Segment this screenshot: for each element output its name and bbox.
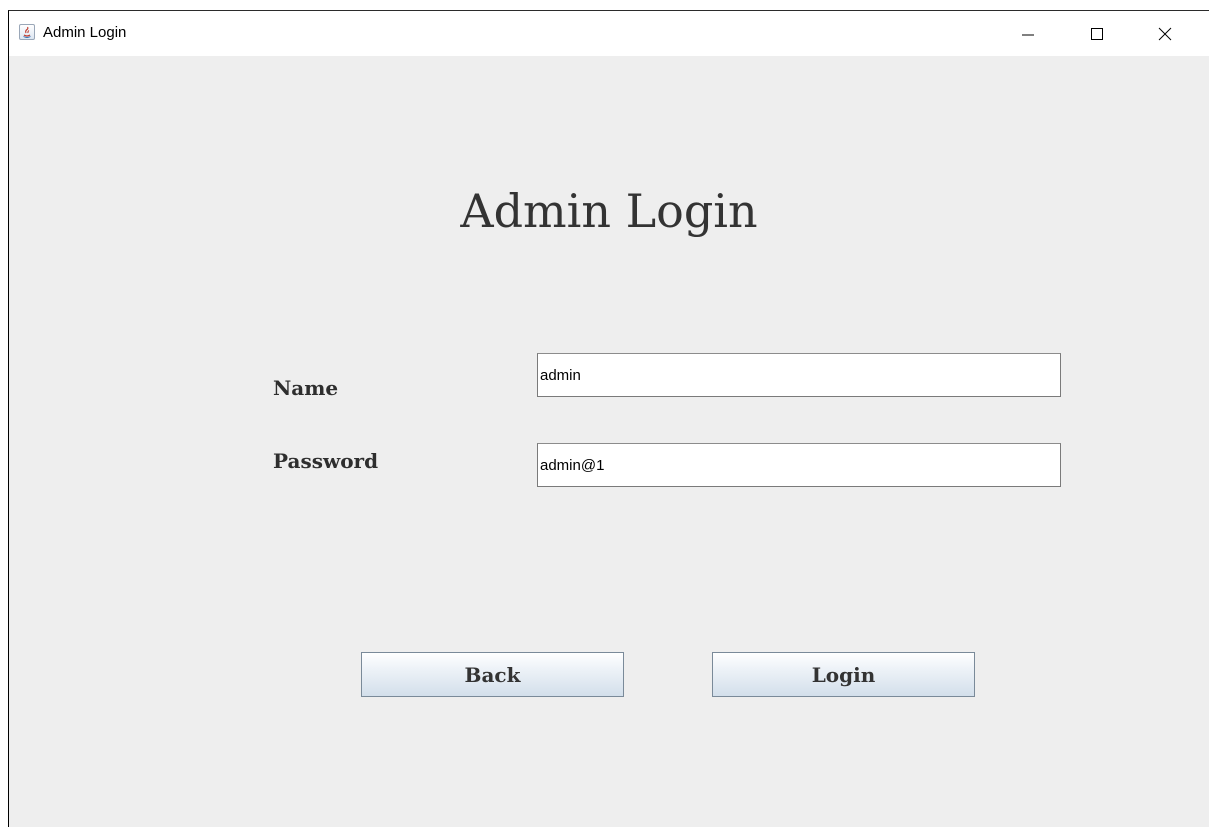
back-button[interactable]: Back — [361, 652, 624, 697]
name-field[interactable] — [537, 353, 1061, 397]
maximize-button[interactable] — [1074, 11, 1120, 56]
title-bar[interactable]: Admin Login — [9, 11, 1209, 56]
java-app-icon — [19, 24, 35, 40]
minimize-button[interactable] — [1005, 11, 1051, 56]
maximize-icon — [1090, 27, 1104, 41]
page-title: Admin Login — [460, 184, 758, 238]
admin-login-window: Admin Login Admin Login Name admin Passw… — [8, 10, 1209, 827]
password-label: Password — [273, 449, 379, 473]
close-button[interactable] — [1142, 11, 1188, 56]
window-title: Admin Login — [43, 24, 127, 41]
minimize-icon — [1021, 27, 1035, 41]
login-button[interactable]: Login — [712, 652, 975, 697]
name-label: Name — [273, 376, 339, 400]
close-icon — [1157, 26, 1173, 42]
password-field[interactable] — [537, 443, 1061, 487]
